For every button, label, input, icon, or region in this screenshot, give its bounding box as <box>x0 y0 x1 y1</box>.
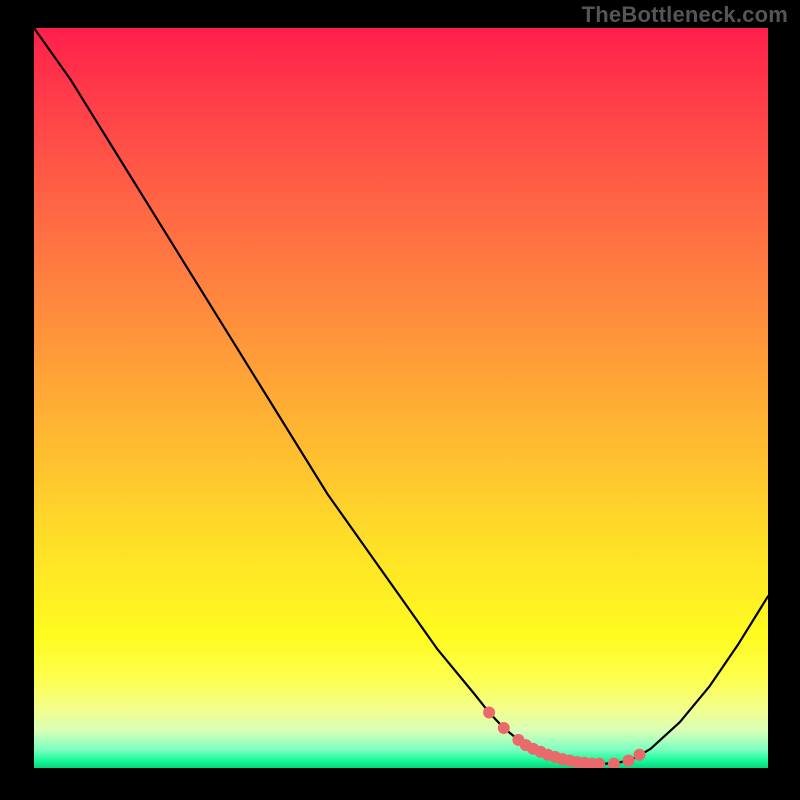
marker-dot <box>498 722 510 734</box>
marker-dot <box>608 758 620 768</box>
curve-line <box>34 28 768 764</box>
chart-svg <box>34 28 768 768</box>
marker-dots <box>483 707 645 769</box>
watermark-text: TheBottleneck.com <box>582 2 788 28</box>
marker-dot <box>623 755 635 767</box>
marker-dot <box>634 749 646 761</box>
plot-area <box>34 28 768 768</box>
chart-frame: TheBottleneck.com <box>0 0 800 800</box>
marker-dot <box>483 707 495 719</box>
